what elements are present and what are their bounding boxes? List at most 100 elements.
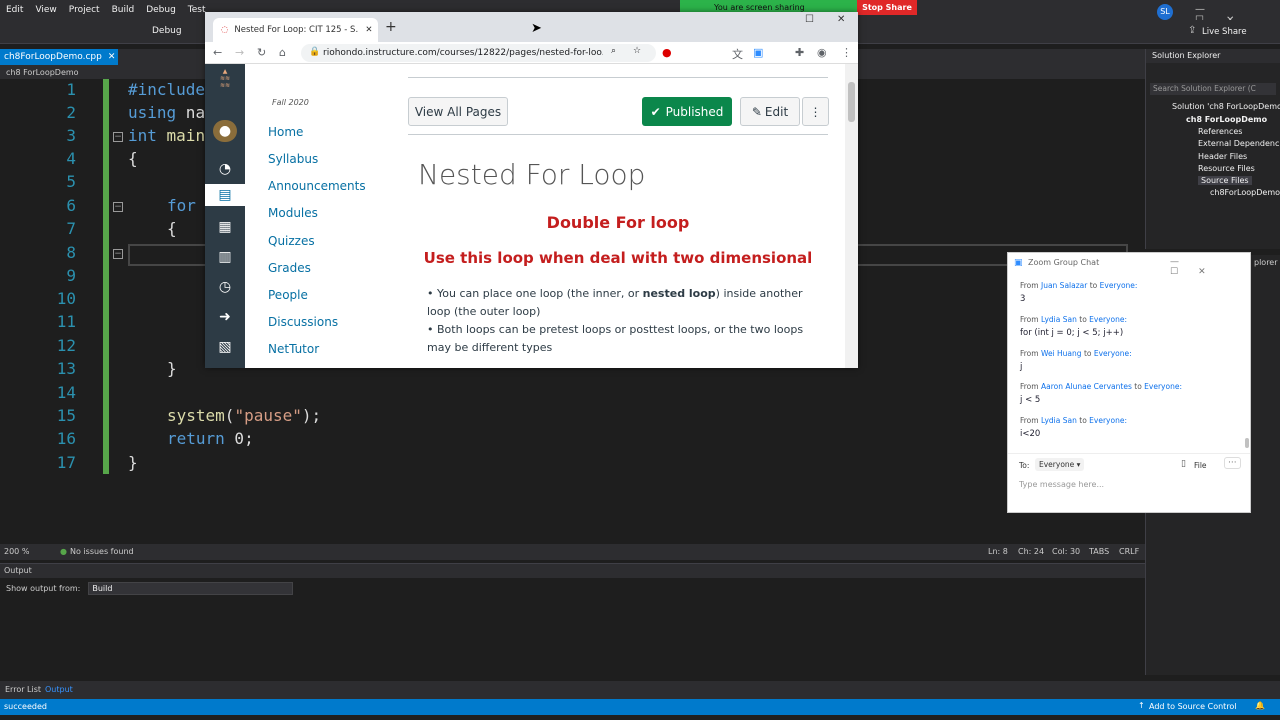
nav-home[interactable]: Home (268, 125, 303, 139)
fold-toggle-icon[interactable]: − (113, 132, 123, 142)
tree-item-external[interactable]: External Dependencie (1198, 139, 1280, 148)
output-source-select[interactable]: Build (88, 581, 294, 595)
account-avatar-icon[interactable]: ● (213, 120, 237, 142)
calendar-icon[interactable]: ▦ (213, 216, 237, 238)
menu-view[interactable]: View (29, 5, 62, 15)
code-token: using (128, 103, 177, 122)
file-icon[interactable]: ▯ (1181, 459, 1186, 469)
nav-announcements[interactable]: Announcements (268, 179, 366, 193)
nav-quizzes[interactable]: Quizzes (268, 234, 315, 248)
bullet-bold: nested loop (642, 287, 716, 300)
output-from-label: Show output from: (6, 583, 81, 593)
tab-output[interactable]: Output (45, 685, 73, 694)
nav-discussions[interactable]: Discussions (268, 315, 338, 329)
forward-icon[interactable]: → (235, 46, 244, 59)
live-share-icon: ⇪ (1188, 25, 1197, 36)
close-icon[interactable]: ✕ (108, 52, 116, 62)
line-number: 7 (66, 219, 76, 238)
tabs-indicator[interactable]: TABS (1089, 547, 1109, 556)
more-options-button[interactable]: ⋮ (802, 97, 829, 126)
doc-tab-active[interactable]: ch8ForLoopDemo.cpp ✕ (0, 49, 118, 65)
nav-modules[interactable]: Modules (268, 206, 318, 220)
course-navigation: Fall 2020 Home Syllabus Announcements Mo… (245, 64, 405, 368)
recipient: Everyone: (1093, 349, 1132, 358)
recipient-select[interactable]: Everyone ▾ (1035, 458, 1085, 471)
message-input[interactable]: Type message here... (1019, 480, 1104, 489)
tree-item-solution[interactable]: Solution 'ch8 ForLoopDemo' (1172, 102, 1280, 111)
nav-syllabus[interactable]: Syllabus (268, 152, 318, 166)
edit-button[interactable]: ✎ Edit (740, 97, 800, 126)
tree-item-source-files[interactable]: Source Files (1198, 176, 1252, 185)
view-all-pages-button[interactable]: View All Pages (408, 97, 508, 126)
solution-search-input[interactable]: Search Solution Explorer (C (1150, 83, 1276, 95)
close-window-icon[interactable]: ✕ (837, 14, 845, 25)
eol-indicator[interactable]: CRLF (1119, 547, 1139, 556)
divider (408, 134, 828, 135)
zoom-window-controls[interactable]: —☐✕ (1170, 257, 1250, 277)
browser-tab-active[interactable]: ◌ Nested For Loop: CIT 125 - S. Liu ✕ (213, 18, 378, 42)
live-share-button[interactable]: Live Share (1202, 27, 1247, 37)
tree-item-project[interactable]: ch8 ForLoopDemo (1186, 115, 1267, 124)
zoom-level-select[interactable]: 200 % (4, 547, 29, 556)
message-text: for (int j = 0; j < 5; j++) (1020, 328, 1124, 338)
more-icon[interactable]: ··· (1224, 457, 1241, 469)
extensions-puzzle-icon[interactable]: ✚ (795, 46, 804, 59)
debug-config-select[interactable]: Debug (152, 26, 182, 36)
back-icon[interactable]: ← (213, 46, 222, 59)
history-clock-icon[interactable]: ◷ (213, 276, 237, 298)
tree-item-references[interactable]: References (1198, 127, 1242, 136)
new-tab-icon[interactable]: + (385, 19, 397, 35)
menu-build[interactable]: Build (106, 5, 141, 15)
file-button[interactable]: File (1194, 461, 1207, 470)
home-icon[interactable]: ⌂ (279, 46, 286, 59)
translate-extension-icon[interactable]: 文 (732, 46, 743, 62)
fold-toggle-icon[interactable]: − (113, 249, 123, 259)
nav-grades[interactable]: Grades (268, 261, 311, 275)
close-icon[interactable]: ✕ (365, 25, 372, 35)
inbox-icon[interactable]: ▥ (213, 246, 237, 268)
menu-debug[interactable]: Debug (140, 5, 182, 15)
code-line-1: #include (128, 80, 205, 99)
nav-nettutor[interactable]: NetTutor (268, 342, 319, 356)
user-avatar[interactable]: SL (1157, 4, 1173, 20)
bookmark-star-icon[interactable]: ☆ (633, 46, 641, 56)
profile-avatar-icon[interactable]: ◉ (817, 46, 827, 59)
tree-item-header-files[interactable]: Header Files (1198, 152, 1247, 161)
zoom-extension-icon[interactable]: ▣ (753, 46, 763, 59)
published-label: Published (665, 104, 724, 119)
sender-name: Lydia San (1040, 315, 1077, 324)
stop-share-button[interactable]: Stop Share (857, 0, 917, 15)
tree-item-cpp-file[interactable]: ch8ForLoopDemo (1210, 188, 1280, 197)
code-line-7: { (167, 219, 177, 238)
chat-scrollbar[interactable] (1245, 438, 1249, 448)
zoom-magnifier-icon[interactable]: ⌕ (611, 46, 616, 56)
browser-menu-icon[interactable]: ⋮ (841, 46, 852, 59)
menu-project[interactable]: Project (63, 5, 106, 15)
zoom-logo-icon: ▣ (1014, 258, 1023, 268)
dashboard-icon[interactable]: ◔ (213, 158, 237, 180)
opera-extension-icon[interactable]: ● (662, 46, 672, 59)
published-button[interactable]: ✔ Published (642, 97, 732, 126)
issues-status[interactable]: No issues found (70, 547, 134, 556)
tree-item-resource-files[interactable]: Resource Files (1198, 164, 1255, 173)
line-number: 15 (56, 406, 76, 425)
courses-icon[interactable]: ▤ (205, 184, 245, 206)
heading-use-case: Use this loop when deal with two dimensi… (423, 249, 813, 267)
nav-people[interactable]: People (268, 288, 308, 302)
tab-error-list[interactable]: Error List (5, 685, 41, 694)
from-word: From (1020, 349, 1039, 358)
recipient: Everyone: (1144, 382, 1182, 391)
code-line-16: return 0; (167, 429, 254, 448)
add-to-source-control[interactable]: Add to Source Control (1149, 702, 1237, 711)
menu-edit[interactable]: Edit (0, 5, 29, 15)
page-scrollbar[interactable] (845, 64, 858, 368)
reload-icon[interactable]: ↻ (257, 46, 266, 59)
commons-icon[interactable]: ➜ (213, 306, 237, 328)
help-studio-icon[interactable]: ▧ (213, 336, 237, 358)
maximize-icon[interactable]: ☐ (805, 14, 814, 25)
sender-name: Aaron Alunae Cervantes (1040, 382, 1132, 391)
scrollbar-thumb[interactable] (848, 82, 855, 122)
address-bar[interactable]: 🔒 riohondo.instructure.com/courses/12822… (301, 44, 656, 62)
fold-toggle-icon[interactable]: − (113, 202, 123, 212)
notification-icon[interactable]: 🔔 (1255, 701, 1265, 710)
